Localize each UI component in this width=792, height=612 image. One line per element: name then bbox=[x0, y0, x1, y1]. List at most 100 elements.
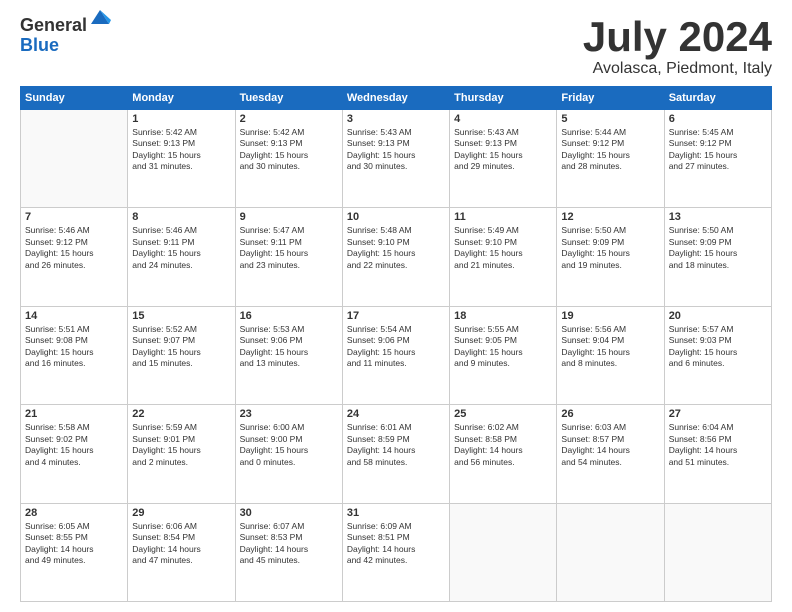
calendar-cell: 22 Sunrise: 5:59 AM Sunset: 9:01 PM Dayli… bbox=[128, 405, 235, 503]
header-sunday: Sunday bbox=[21, 87, 128, 110]
calendar-cell: 9 Sunrise: 5:47 AM Sunset: 9:11 PM Daylig… bbox=[235, 208, 342, 306]
day-number: 23 bbox=[240, 408, 338, 420]
logo-blue-text: Blue bbox=[20, 36, 87, 56]
day-number: 10 bbox=[347, 211, 445, 223]
day-number: 19 bbox=[561, 310, 659, 322]
day-number: 2 bbox=[240, 113, 338, 125]
day-info: Sunrise: 6:04 AM Sunset: 8:56 PM Dayligh… bbox=[669, 422, 767, 468]
day-info: Sunrise: 5:42 AM Sunset: 9:13 PM Dayligh… bbox=[132, 127, 230, 173]
header-thursday: Thursday bbox=[450, 87, 557, 110]
calendar-cell: 11 Sunrise: 5:49 AM Sunset: 9:10 PM Dayli… bbox=[450, 208, 557, 306]
day-number: 16 bbox=[240, 310, 338, 322]
day-info: Sunrise: 5:47 AM Sunset: 9:11 PM Dayligh… bbox=[240, 225, 338, 271]
day-info: Sunrise: 6:07 AM Sunset: 8:53 PM Dayligh… bbox=[240, 521, 338, 567]
day-number: 29 bbox=[132, 507, 230, 519]
day-number: 14 bbox=[25, 310, 123, 322]
day-number: 1 bbox=[132, 113, 230, 125]
calendar-cell: 31 Sunrise: 6:09 AM Sunset: 8:51 PM Dayli… bbox=[342, 503, 449, 601]
header-tuesday: Tuesday bbox=[235, 87, 342, 110]
day-info: Sunrise: 5:43 AM Sunset: 9:13 PM Dayligh… bbox=[454, 127, 552, 173]
day-info: Sunrise: 5:50 AM Sunset: 9:09 PM Dayligh… bbox=[561, 225, 659, 271]
day-number: 25 bbox=[454, 408, 552, 420]
day-number: 17 bbox=[347, 310, 445, 322]
calendar-cell: 17 Sunrise: 5:54 AM Sunset: 9:06 PM Dayli… bbox=[342, 306, 449, 404]
day-number: 9 bbox=[240, 211, 338, 223]
calendar-cell: 16 Sunrise: 5:53 AM Sunset: 9:06 PM Dayli… bbox=[235, 306, 342, 404]
header-saturday: Saturday bbox=[664, 87, 771, 110]
calendar-cell: 10Sunrise: 5:48 AM Sunset: 9:10 PM Dayli… bbox=[342, 208, 449, 306]
calendar-cell bbox=[450, 503, 557, 601]
calendar-cell: 27 Sunrise: 6:04 AM Sunset: 8:56 PM Dayli… bbox=[664, 405, 771, 503]
header-wednesday: Wednesday bbox=[342, 87, 449, 110]
calendar-cell: 29 Sunrise: 6:06 AM Sunset: 8:54 PM Dayli… bbox=[128, 503, 235, 601]
logo-icon bbox=[89, 6, 111, 28]
day-number: 31 bbox=[347, 507, 445, 519]
day-number: 6 bbox=[669, 113, 767, 125]
calendar-cell bbox=[664, 503, 771, 601]
day-info: Sunrise: 5:54 AM Sunset: 9:06 PM Dayligh… bbox=[347, 324, 445, 370]
month-title: July 2024 bbox=[583, 16, 772, 58]
calendar-week-2: 7 Sunrise: 5:46 AM Sunset: 9:12 PM Daylig… bbox=[21, 208, 772, 306]
calendar-cell: 3Sunrise: 5:43 AM Sunset: 9:13 PM Daylig… bbox=[342, 110, 449, 208]
calendar-cell: 19 Sunrise: 5:56 AM Sunset: 9:04 PM Dayli… bbox=[557, 306, 664, 404]
calendar-header-row: Sunday Monday Tuesday Wednesday Thursday… bbox=[21, 87, 772, 110]
header-friday: Friday bbox=[557, 87, 664, 110]
calendar-cell: 12 Sunrise: 5:50 AM Sunset: 9:09 PM Dayli… bbox=[557, 208, 664, 306]
location-title: Avolasca, Piedmont, Italy bbox=[583, 60, 772, 78]
logo: General Blue bbox=[20, 16, 111, 56]
day-info: Sunrise: 5:57 AM Sunset: 9:03 PM Dayligh… bbox=[669, 324, 767, 370]
day-number: 26 bbox=[561, 408, 659, 420]
day-info: Sunrise: 5:53 AM Sunset: 9:06 PM Dayligh… bbox=[240, 324, 338, 370]
day-number: 30 bbox=[240, 507, 338, 519]
day-number: 4 bbox=[454, 113, 552, 125]
day-number: 20 bbox=[669, 310, 767, 322]
calendar-cell: 18Sunrise: 5:55 AM Sunset: 9:05 PM Dayli… bbox=[450, 306, 557, 404]
day-info: Sunrise: 5:46 AM Sunset: 9:12 PM Dayligh… bbox=[25, 225, 123, 271]
calendar-cell: 4 Sunrise: 5:43 AM Sunset: 9:13 PM Daylig… bbox=[450, 110, 557, 208]
day-info: Sunrise: 6:02 AM Sunset: 8:58 PM Dayligh… bbox=[454, 422, 552, 468]
day-info: Sunrise: 6:06 AM Sunset: 8:54 PM Dayligh… bbox=[132, 521, 230, 567]
day-info: Sunrise: 5:44 AM Sunset: 9:12 PM Dayligh… bbox=[561, 127, 659, 173]
day-info: Sunrise: 5:46 AM Sunset: 9:11 PM Dayligh… bbox=[132, 225, 230, 271]
day-info: Sunrise: 6:09 AM Sunset: 8:51 PM Dayligh… bbox=[347, 521, 445, 567]
calendar-cell: 24Sunrise: 6:01 AM Sunset: 8:59 PM Dayli… bbox=[342, 405, 449, 503]
day-info: Sunrise: 5:50 AM Sunset: 9:09 PM Dayligh… bbox=[669, 225, 767, 271]
day-number: 22 bbox=[132, 408, 230, 420]
calendar-cell bbox=[557, 503, 664, 601]
day-number: 27 bbox=[669, 408, 767, 420]
calendar-cell: 26Sunrise: 6:03 AM Sunset: 8:57 PM Dayli… bbox=[557, 405, 664, 503]
calendar-cell bbox=[21, 110, 128, 208]
day-number: 13 bbox=[669, 211, 767, 223]
calendar-cell: 21Sunrise: 5:58 AM Sunset: 9:02 PM Dayli… bbox=[21, 405, 128, 503]
day-info: Sunrise: 5:42 AM Sunset: 9:13 PM Dayligh… bbox=[240, 127, 338, 173]
day-number: 7 bbox=[25, 211, 123, 223]
calendar-cell: 6Sunrise: 5:45 AM Sunset: 9:12 PM Daylig… bbox=[664, 110, 771, 208]
day-info: Sunrise: 5:55 AM Sunset: 9:05 PM Dayligh… bbox=[454, 324, 552, 370]
page: General Blue July 2024 Avolasca, Piedmon… bbox=[0, 0, 792, 612]
day-number: 8 bbox=[132, 211, 230, 223]
calendar-cell: 13 Sunrise: 5:50 AM Sunset: 9:09 PM Dayli… bbox=[664, 208, 771, 306]
day-info: Sunrise: 5:59 AM Sunset: 9:01 PM Dayligh… bbox=[132, 422, 230, 468]
title-section: July 2024 Avolasca, Piedmont, Italy bbox=[583, 16, 772, 78]
day-number: 12 bbox=[561, 211, 659, 223]
calendar-week-5: 28 Sunrise: 6:05 AM Sunset: 8:55 PM Dayli… bbox=[21, 503, 772, 601]
day-number: 5 bbox=[561, 113, 659, 125]
day-number: 28 bbox=[25, 507, 123, 519]
day-info: Sunrise: 5:58 AM Sunset: 9:02 PM Dayligh… bbox=[25, 422, 123, 468]
day-info: Sunrise: 6:05 AM Sunset: 8:55 PM Dayligh… bbox=[25, 521, 123, 567]
calendar-cell: 28 Sunrise: 6:05 AM Sunset: 8:55 PM Dayli… bbox=[21, 503, 128, 601]
day-info: Sunrise: 6:01 AM Sunset: 8:59 PM Dayligh… bbox=[347, 422, 445, 468]
calendar-cell: 8 Sunrise: 5:46 AM Sunset: 9:11 PM Daylig… bbox=[128, 208, 235, 306]
day-info: Sunrise: 5:56 AM Sunset: 9:04 PM Dayligh… bbox=[561, 324, 659, 370]
calendar-table: Sunday Monday Tuesday Wednesday Thursday… bbox=[20, 86, 772, 602]
day-number: 11 bbox=[454, 211, 552, 223]
day-info: Sunrise: 5:49 AM Sunset: 9:10 PM Dayligh… bbox=[454, 225, 552, 271]
calendar-week-4: 21Sunrise: 5:58 AM Sunset: 9:02 PM Dayli… bbox=[21, 405, 772, 503]
header: General Blue July 2024 Avolasca, Piedmon… bbox=[20, 16, 772, 78]
day-number: 3 bbox=[347, 113, 445, 125]
calendar-cell: 1 Sunrise: 5:42 AM Sunset: 9:13 PM Daylig… bbox=[128, 110, 235, 208]
day-number: 15 bbox=[132, 310, 230, 322]
calendar-cell: 5 Sunrise: 5:44 AM Sunset: 9:12 PM Daylig… bbox=[557, 110, 664, 208]
calendar-cell: 30 Sunrise: 6:07 AM Sunset: 8:53 PM Dayli… bbox=[235, 503, 342, 601]
day-info: Sunrise: 6:00 AM Sunset: 9:00 PM Dayligh… bbox=[240, 422, 338, 468]
